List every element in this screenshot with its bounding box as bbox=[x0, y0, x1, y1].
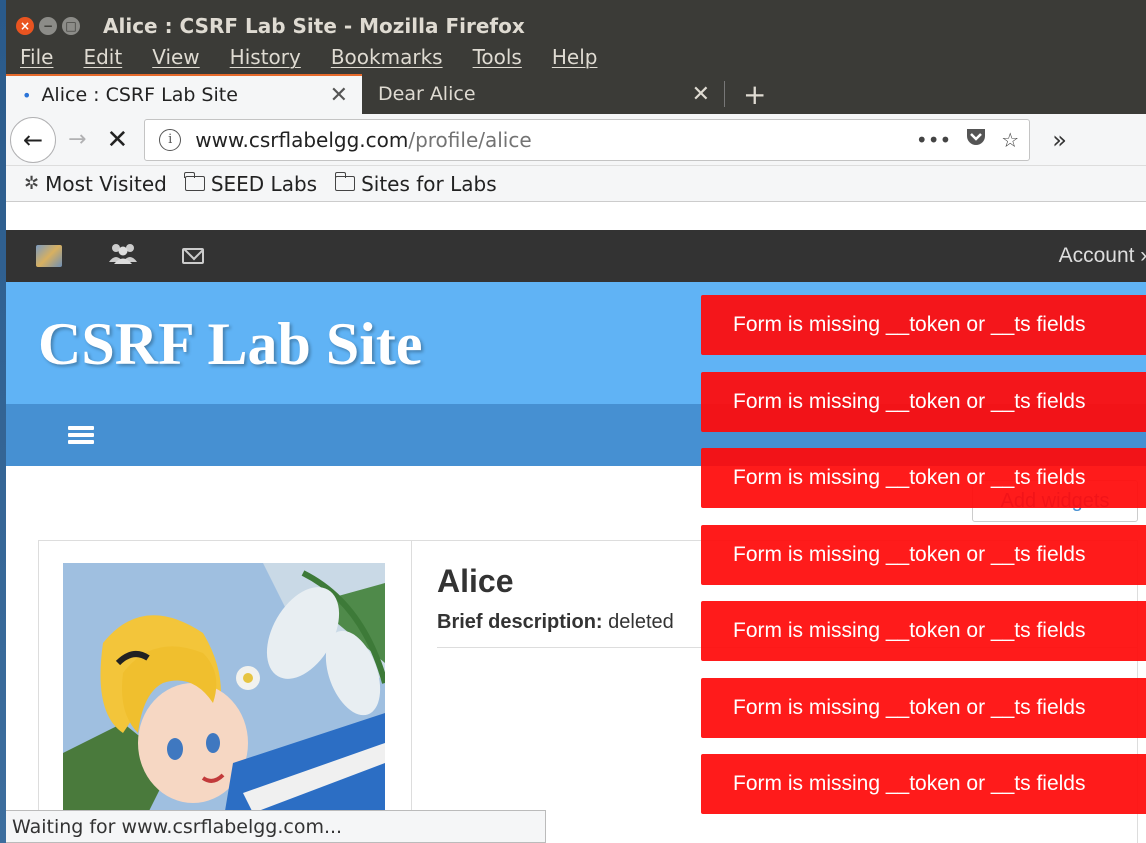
back-button[interactable]: ← bbox=[10, 116, 56, 163]
menu-history[interactable]: History bbox=[230, 45, 301, 69]
tab-bar: • Alice : CSRF Lab Site ✕ Dear Alice ✕ + bbox=[6, 72, 1146, 114]
forward-button[interactable]: → bbox=[68, 127, 86, 152]
close-window-button[interactable]: × bbox=[16, 17, 34, 35]
tab-label: Alice : CSRF Lab Site bbox=[41, 84, 238, 106]
error-messages: Form is missing __token or __ts fields F… bbox=[701, 295, 1146, 831]
nav-bar: ← → ✕ i www.csrflabelgg.com/profile/alic… bbox=[6, 114, 1146, 166]
menu-edit[interactable]: Edit bbox=[83, 45, 122, 69]
loading-dot-icon: • bbox=[22, 85, 32, 105]
error-message[interactable]: Form is missing __token or __ts fields bbox=[701, 295, 1146, 355]
page-actions-icon[interactable]: ••• bbox=[916, 128, 951, 152]
close-tab-icon[interactable]: ✕ bbox=[330, 83, 348, 108]
site-topbar: Account » bbox=[6, 230, 1146, 282]
menu-tools[interactable]: Tools bbox=[473, 45, 522, 69]
new-tab-button[interactable]: + bbox=[735, 74, 774, 114]
error-message[interactable]: Form is missing __token or __ts fields bbox=[701, 601, 1146, 661]
menu-file[interactable]: File bbox=[20, 45, 53, 69]
close-tab-icon[interactable]: ✕ bbox=[692, 82, 710, 107]
folder-icon bbox=[184, 172, 205, 191]
site-title[interactable]: CSRF Lab Site bbox=[38, 310, 423, 379]
error-message[interactable]: Form is missing __token or __ts fields bbox=[701, 524, 1146, 585]
account-menu[interactable]: Account » bbox=[1059, 244, 1146, 268]
profile-description: Brief description: deleted bbox=[437, 611, 674, 633]
profile-name: Alice bbox=[437, 563, 514, 599]
gear-icon: ✲ bbox=[24, 173, 40, 194]
friends-icon[interactable] bbox=[108, 242, 138, 270]
menu-help[interactable]: Help bbox=[552, 45, 598, 69]
hamburger-menu-icon[interactable] bbox=[68, 423, 94, 447]
stop-button[interactable]: ✕ bbox=[106, 125, 128, 155]
error-message[interactable]: Form is missing __token or __ts fields bbox=[701, 677, 1146, 738]
window-title: Alice : CSRF Lab Site - Mozilla Firefox bbox=[103, 14, 525, 38]
mail-icon[interactable] bbox=[182, 248, 204, 264]
error-message[interactable]: Form is missing __token or __ts fields bbox=[701, 371, 1146, 432]
menu-view[interactable]: View bbox=[152, 45, 199, 69]
status-bar: Waiting for www.csrflabelgg.com... bbox=[6, 810, 546, 843]
tab-label: Dear Alice bbox=[378, 83, 476, 105]
error-message[interactable]: Form is missing __token or __ts fields bbox=[701, 448, 1146, 508]
firefox-window: × − □ Alice : CSRF Lab Site - Mozilla Fi… bbox=[6, 0, 1146, 843]
tab-alice-csrf[interactable]: • Alice : CSRF Lab Site ✕ bbox=[6, 74, 362, 114]
profile-picture bbox=[63, 563, 385, 823]
bookmark-seed-labs[interactable]: SEED Labs bbox=[184, 172, 317, 196]
tab-separator bbox=[724, 81, 725, 107]
overflow-menu-icon[interactable]: » bbox=[1052, 126, 1067, 154]
bookmark-most-visited[interactable]: ✲ Most Visited bbox=[24, 172, 167, 196]
url-bar[interactable]: i www.csrflabelgg.com/profile/alice ••• … bbox=[144, 118, 1031, 161]
folder-icon bbox=[334, 172, 356, 191]
maximize-window-button[interactable]: □ bbox=[62, 17, 80, 35]
menu-bookmarks[interactable]: Bookmarks bbox=[331, 45, 443, 69]
error-message[interactable]: Form is missing __token or __ts fields bbox=[701, 754, 1146, 814]
pocket-icon[interactable] bbox=[965, 127, 987, 152]
bookmarks-toolbar: ✲ Most Visited SEED Labs Sites for Labs bbox=[6, 166, 1146, 202]
minimize-window-button[interactable]: − bbox=[39, 17, 57, 35]
tab-dear-alice[interactable]: Dear Alice ✕ bbox=[362, 74, 724, 114]
user-avatar-icon[interactable] bbox=[36, 245, 62, 267]
menu-bar: File Edit View History Bookmarks Tools H… bbox=[6, 42, 1146, 72]
bookmark-star-icon[interactable]: ☆ bbox=[1001, 128, 1019, 152]
profile-divider bbox=[411, 541, 412, 843]
url-text[interactable]: www.csrflabelgg.com/profile/alice bbox=[195, 128, 902, 152]
bookmark-sites-for-labs[interactable]: Sites for Labs bbox=[334, 172, 497, 196]
info-icon[interactable]: i bbox=[159, 128, 182, 151]
